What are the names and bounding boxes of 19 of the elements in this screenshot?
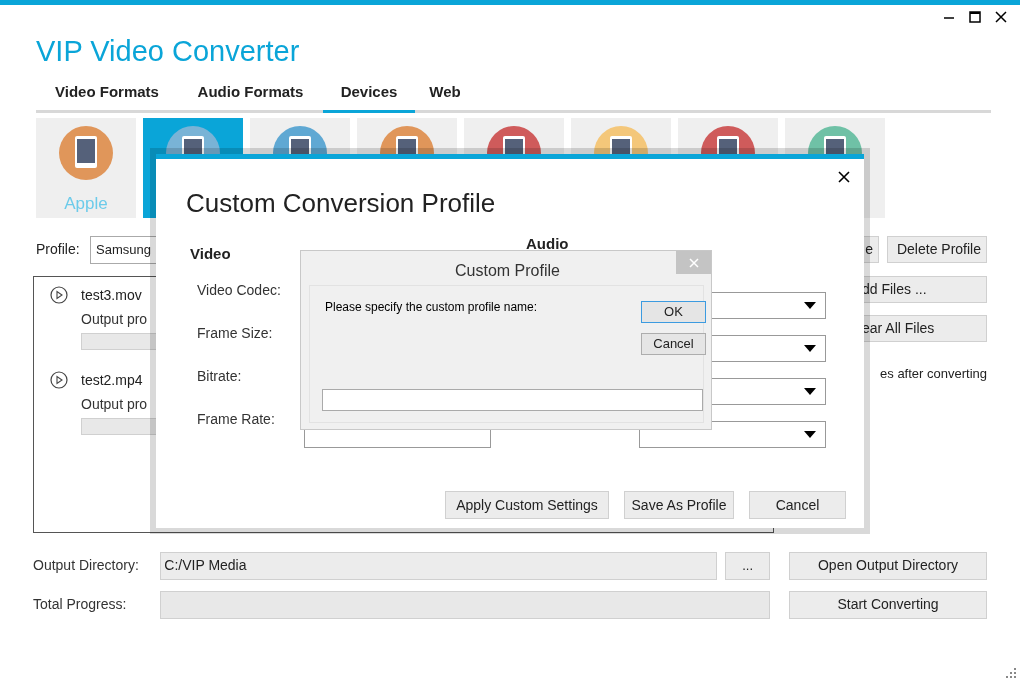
file-name: test2.mp4 (81, 370, 143, 390)
field-label: Frame Size: (197, 324, 274, 343)
output-profile-text: Output pro (81, 394, 148, 414)
audio-heading: Audio (526, 234, 569, 254)
app-title: VIP Video Converter (36, 34, 300, 69)
output-profile-text: Output pro (81, 309, 148, 329)
tile-label: Apple (64, 192, 108, 215)
file-name: test3.mov (81, 285, 142, 305)
dialog-title: Custom Conversion Profile (186, 187, 496, 220)
prompt-text: Please specify the custom profile name: (325, 299, 538, 316)
total-progress-label: Total Progress: (33, 595, 128, 614)
field-label: Video Codec: (197, 281, 281, 300)
profile-label: Profile: (36, 240, 81, 259)
dialog-title: Custom Profile (455, 261, 560, 281)
output-directory-label: Output Directory: (33, 556, 140, 575)
option-label: es after converting (880, 364, 987, 383)
video-heading: Video (190, 244, 231, 264)
field-label: Bitrate: (197, 367, 243, 386)
field-label: Frame Rate: (197, 410, 276, 429)
